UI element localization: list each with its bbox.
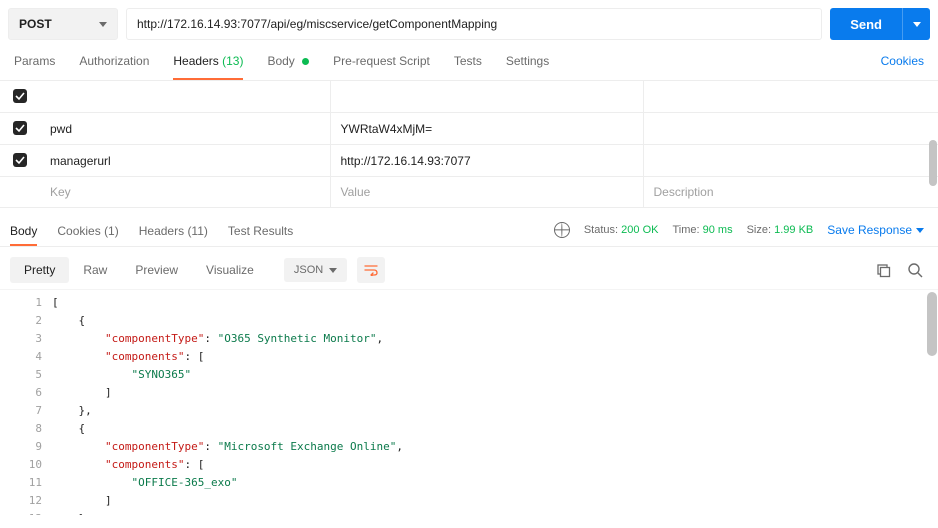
code-content: [ { "componentType": "O365 Synthetic Mon…: [52, 290, 938, 515]
url-input[interactable]: [126, 8, 822, 40]
header-key[interactable]: [40, 81, 330, 113]
checkbox-icon[interactable]: [13, 89, 27, 103]
tab-authorization[interactable]: Authorization: [79, 54, 149, 80]
chevron-down-icon: [913, 22, 921, 27]
line-gutter: 1234567891011121314: [0, 290, 52, 515]
header-desc[interactable]: [643, 113, 938, 145]
cookies-link[interactable]: Cookies: [881, 54, 924, 68]
resp-tab-headers[interactable]: Headers (11): [139, 224, 208, 246]
resp-tab-cookies[interactable]: Cookies (1): [57, 224, 118, 246]
tab-params[interactable]: Params: [14, 54, 55, 80]
view-preview-button[interactable]: Preview: [121, 257, 192, 283]
response-body-viewer[interactable]: 1234567891011121314 [ { "componentType":…: [0, 289, 938, 515]
size-value: 1.99 KB: [774, 224, 813, 236]
body-modified-dot: [302, 58, 309, 65]
view-pretty-button[interactable]: Pretty: [10, 257, 69, 283]
chevron-down-icon: [329, 268, 337, 273]
resp-headers-count: (11): [187, 224, 207, 238]
headers-table: pwd YWRtaW4xMjM= managerurl http://172.1…: [0, 81, 938, 208]
method-value: POST: [19, 17, 52, 31]
copy-icon[interactable]: [874, 261, 892, 279]
chevron-down-icon: [99, 22, 107, 27]
header-value[interactable]: [330, 81, 643, 113]
header-desc-placeholder[interactable]: Description: [643, 177, 938, 208]
time-value: 90 ms: [703, 224, 733, 236]
table-row[interactable]: pwd YWRtaW4xMjM=: [0, 113, 938, 145]
resp-cookies-count: (1): [104, 224, 119, 238]
tab-headers[interactable]: Headers (13): [173, 54, 243, 80]
method-select[interactable]: POST: [8, 8, 118, 40]
header-value-placeholder[interactable]: Value: [330, 177, 643, 208]
header-desc[interactable]: [643, 145, 938, 177]
view-raw-button[interactable]: Raw: [69, 257, 121, 283]
time-label: Time: 90 ms: [672, 224, 732, 236]
tab-tests[interactable]: Tests: [454, 54, 482, 80]
checkbox-icon[interactable]: [13, 153, 27, 167]
scrollbar-thumb[interactable]: [929, 140, 937, 186]
search-icon[interactable]: [906, 261, 924, 279]
status-value: 200 OK: [621, 224, 658, 236]
resp-tab-test-results[interactable]: Test Results: [228, 224, 293, 246]
status-label: Status: 200 OK: [584, 224, 659, 236]
send-button[interactable]: Send: [830, 8, 902, 40]
resp-tab-body[interactable]: Body: [10, 224, 37, 246]
headers-count: (13): [222, 54, 243, 68]
tab-pre-request-script[interactable]: Pre-request Script: [333, 54, 430, 80]
table-row[interactable]: managerurl http://172.16.14.93:7077: [0, 145, 938, 177]
size-label: Size: 1.99 KB: [747, 224, 814, 236]
send-dropdown-button[interactable]: [902, 8, 930, 40]
checkbox-icon[interactable]: [13, 121, 27, 135]
tab-settings[interactable]: Settings: [506, 54, 549, 80]
header-value[interactable]: http://172.16.14.93:7077: [330, 145, 643, 177]
view-visualize-button[interactable]: Visualize: [192, 257, 268, 283]
header-key[interactable]: managerurl: [40, 145, 330, 177]
wrap-lines-button[interactable]: [357, 257, 385, 283]
table-row[interactable]: [0, 81, 938, 113]
header-key-placeholder[interactable]: Key: [40, 177, 330, 208]
code-scrollbar-thumb[interactable]: [927, 292, 937, 356]
wrap-icon: [364, 264, 378, 276]
header-desc[interactable]: [643, 81, 938, 113]
table-row-new[interactable]: Key Value Description: [0, 177, 938, 208]
globe-icon[interactable]: [554, 222, 570, 238]
chevron-down-icon: [916, 228, 924, 233]
save-response-button[interactable]: Save Response: [827, 223, 924, 237]
header-key[interactable]: pwd: [40, 113, 330, 145]
tab-body[interactable]: Body: [267, 54, 309, 80]
header-value[interactable]: YWRtaW4xMjM=: [330, 113, 643, 145]
language-select[interactable]: JSON: [284, 258, 347, 282]
